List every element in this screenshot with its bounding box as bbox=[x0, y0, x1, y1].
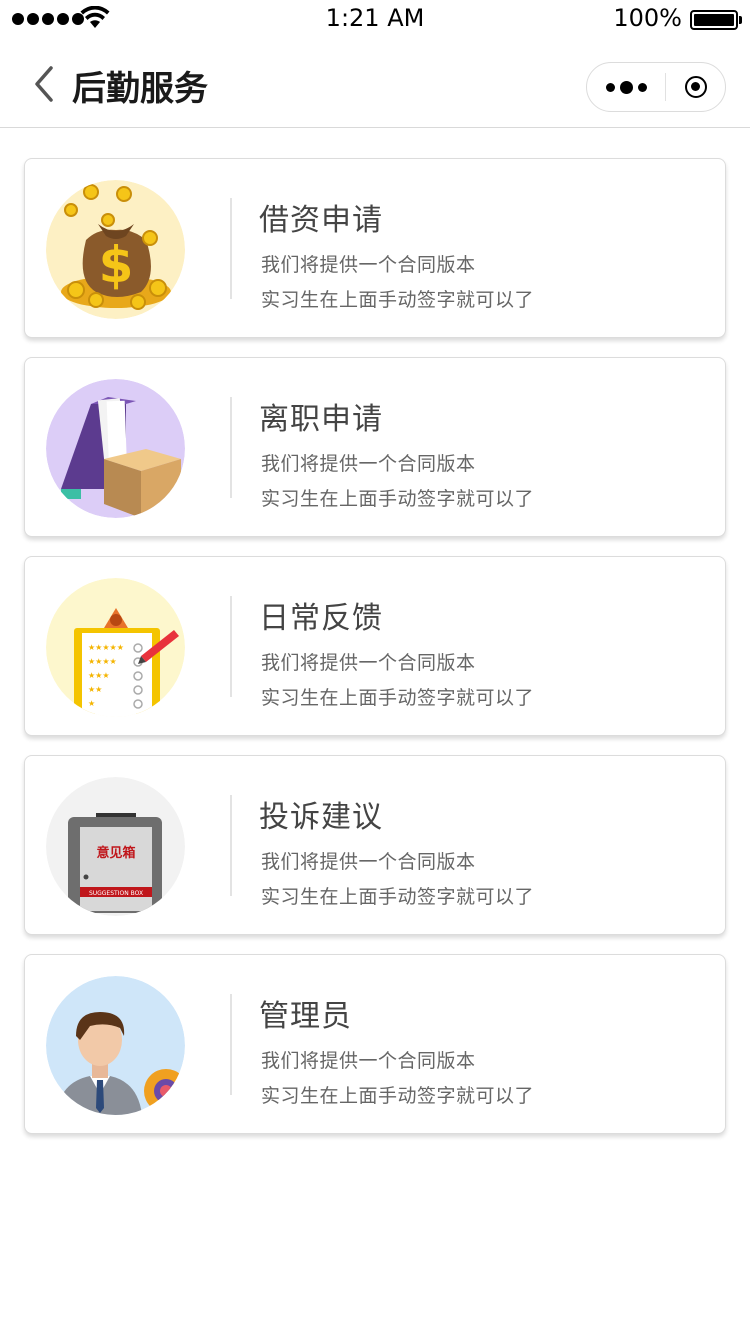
card-description: 实习生在上面手动签字就可以了 bbox=[261, 488, 535, 510]
box-banner: SUGGESTION BOX bbox=[89, 890, 143, 897]
card-divider bbox=[230, 596, 232, 697]
service-card-feedback[interactable]: ★★★★★ ★★★★ ★★★ ★★ ★ 日常反馈 我们将提供一个合同版本 实习生… bbox=[24, 556, 726, 736]
admin-icon bbox=[46, 976, 185, 1115]
capsule-divider bbox=[665, 73, 666, 101]
svg-text:★★★★★: ★★★★★ bbox=[88, 643, 124, 652]
card-title: 投诉建议 bbox=[259, 800, 383, 835]
more-options-icon[interactable] bbox=[587, 63, 665, 111]
card-divider bbox=[230, 397, 232, 498]
svg-text:$: $ bbox=[99, 236, 134, 294]
card-title: 借资申请 bbox=[259, 203, 383, 238]
card-divider bbox=[230, 994, 232, 1095]
card-title: 离职申请 bbox=[259, 402, 383, 437]
card-title: 管理员 bbox=[259, 999, 352, 1034]
card-description: 我们将提供一个合同版本 bbox=[261, 1050, 476, 1072]
service-card-complaint[interactable]: 意见箱 SUGGESTION BOX 投诉建议 我们将提供一个合同版本 实习生在… bbox=[24, 755, 726, 935]
card-divider bbox=[230, 795, 232, 896]
service-card-admin[interactable]: 管理员 我们将提供一个合同版本 实习生在上面手动签字就可以了 bbox=[24, 954, 726, 1134]
suggestion-box-icon: 意见箱 SUGGESTION BOX bbox=[46, 777, 185, 916]
money-bag-icon: $ bbox=[46, 180, 185, 319]
status-bar: 1:21 AM 100% bbox=[0, 0, 750, 40]
service-card-loan[interactable]: $ 借资申请 我们将提供一个合同版本 实习生在上面手动签字就可以了 bbox=[24, 158, 726, 338]
card-description: 实习生在上面手动签字就可以了 bbox=[261, 687, 535, 709]
battery-icon bbox=[690, 10, 738, 30]
box-label: 意见箱 bbox=[96, 845, 135, 861]
service-card-resignation[interactable]: 离职申请 我们将提供一个合同版本 实习生在上面手动签字就可以了 bbox=[24, 357, 726, 537]
card-description: 我们将提供一个合同版本 bbox=[261, 254, 476, 276]
card-description: 我们将提供一个合同版本 bbox=[261, 652, 476, 674]
battery-percent: 100% bbox=[613, 4, 682, 32]
nav-bar: 后勤服务 bbox=[0, 40, 750, 128]
menu-capsule bbox=[586, 62, 726, 112]
svg-text:★★★: ★★★ bbox=[88, 671, 110, 680]
service-list: $ 借资申请 我们将提供一个合同版本 实习生在上面手动签字就可以了 离职申请 我… bbox=[24, 158, 726, 1153]
svg-text:★★★★: ★★★★ bbox=[88, 657, 117, 666]
page-title: 后勤服务 bbox=[72, 69, 208, 109]
file-box-icon bbox=[46, 379, 185, 518]
svg-text:★★: ★★ bbox=[88, 685, 102, 694]
back-arrow-icon[interactable] bbox=[24, 64, 64, 104]
card-description: 实习生在上面手动签字就可以了 bbox=[261, 886, 535, 908]
card-divider bbox=[230, 198, 232, 299]
battery-tip bbox=[739, 16, 742, 24]
svg-text:★: ★ bbox=[88, 699, 95, 708]
card-description: 我们将提供一个合同版本 bbox=[261, 453, 476, 475]
card-description: 我们将提供一个合同版本 bbox=[261, 851, 476, 873]
card-description: 实习生在上面手动签字就可以了 bbox=[261, 1085, 535, 1107]
close-miniapp-icon[interactable] bbox=[685, 76, 707, 98]
feedback-form-icon: ★★★★★ ★★★★ ★★★ ★★ ★ bbox=[46, 578, 185, 717]
card-title: 日常反馈 bbox=[259, 601, 383, 636]
card-description: 实习生在上面手动签字就可以了 bbox=[261, 289, 535, 311]
